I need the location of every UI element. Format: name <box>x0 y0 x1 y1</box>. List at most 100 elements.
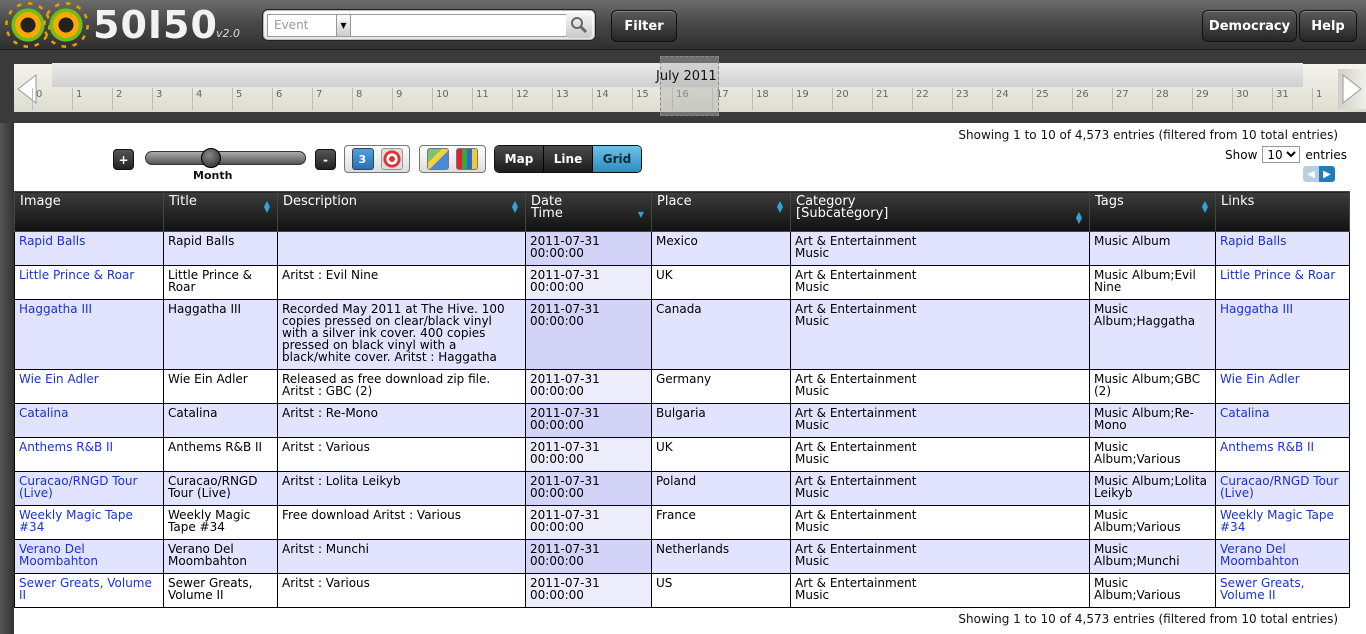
timeline-right-arrow-icon[interactable] <box>1338 69 1366 109</box>
col-links-header[interactable]: Links <box>1215 191 1350 232</box>
table-row[interactable]: Weekly Magic Tape #34 Weekly Magic Tape #… <box>14 505 1350 540</box>
zoom-slider-knob[interactable] <box>201 148 221 168</box>
col-category-header[interactable]: Category [Subcategory] ▲ ▼ <box>790 191 1090 232</box>
col-tags-header[interactable]: Tags ▲ ▼ <box>1089 191 1216 232</box>
cell-description: Aritst : Munchi <box>277 539 526 574</box>
sort-icon: ▲ ▼ <box>511 199 518 214</box>
timeline-tick <box>1112 88 1113 110</box>
event-link[interactable]: Haggatha III <box>1220 302 1293 316</box>
timeline-tick <box>952 88 953 110</box>
image-link[interactable]: Catalina <box>19 406 68 420</box>
map-bars-button[interactable] <box>419 145 486 173</box>
cell-tags: Music Album;Various <box>1089 505 1216 540</box>
image-link[interactable]: Little Prince & Roar <box>19 268 134 282</box>
timeline-day-label: 6 <box>276 89 283 100</box>
event-link[interactable]: Verano Del Moombahton <box>1220 542 1299 568</box>
view-grid-button[interactable]: Grid <box>593 146 641 172</box>
cell-date: 2011-07-31 00:00:00 <box>525 539 652 574</box>
left-panel-toggle[interactable] <box>0 123 14 634</box>
timeline-tick <box>1312 88 1313 110</box>
col-date-header[interactable]: Date Time ▼ <box>525 191 652 232</box>
image-link[interactable]: Haggatha III <box>19 302 92 316</box>
table-info-bottom: Showing 1 to 10 of 4,573 entries (filter… <box>958 612 1338 626</box>
col-place-header[interactable]: Place ▲ ▼ <box>651 191 791 232</box>
next-page-icon[interactable]: ▶ <box>1319 166 1335 182</box>
zoom-in-button[interactable]: + <box>113 149 134 170</box>
time-value: 00:00:00 <box>530 384 584 398</box>
view-map-button[interactable]: Map <box>495 146 544 172</box>
timeline-day-label: 2 <box>116 89 123 100</box>
image-link[interactable]: Sewer Greats, Volume II <box>19 576 152 602</box>
event-link[interactable]: Weekly Magic Tape #34 <box>1220 508 1334 534</box>
event-link[interactable]: Anthems R&B II <box>1220 440 1314 454</box>
timeline-tick <box>272 88 273 110</box>
image-link[interactable]: Curacao/RNGD Tour (Live) <box>19 474 137 500</box>
timeline: 0 1 2 3 4 5 6 7 8 9 10 11 12 13 14 15 16 17 18 19 20 21 22 23 24… <box>0 51 1366 123</box>
image-link[interactable]: Weekly Magic Tape #34 <box>19 508 133 534</box>
timeline-tick <box>1232 88 1233 110</box>
col-description-header[interactable]: Description ▲ ▼ <box>277 191 526 232</box>
zoom-out-button[interactable]: - <box>315 149 336 170</box>
table-row[interactable]: Anthems R&B II Anthems R&B II Aritst : Var… <box>14 437 1350 472</box>
time-value: 00:00:00 <box>530 280 584 294</box>
help-button[interactable]: Help <box>1299 10 1357 42</box>
cell-date: 2011-07-31 00:00:00 <box>525 299 652 370</box>
event-link[interactable]: Wie Ein Adler <box>1220 372 1300 386</box>
event-link[interactable]: Curacao/RNGD Tour (Live) <box>1220 474 1338 500</box>
col-image-header[interactable]: Image <box>14 191 164 232</box>
chevron-down-icon[interactable]: ▼ <box>336 15 350 36</box>
cell-category: Art & Entertainment Music <box>790 265 1090 300</box>
app-version: v2.0 <box>216 27 241 40</box>
table-row[interactable]: Sewer Greats, Volume II Sewer Greats, Vol… <box>14 573 1350 608</box>
timeline-day-label: 19 <box>796 89 809 100</box>
timeline-tick <box>832 88 833 110</box>
event-link[interactable]: Sewer Greats, Volume II <box>1220 576 1304 602</box>
image-link[interactable]: Rapid Balls <box>19 234 85 248</box>
filter-button[interactable]: Filter <box>611 10 677 42</box>
image-link[interactable]: Anthems R&B II <box>19 440 113 454</box>
democracy-button[interactable]: Democracy <box>1202 10 1297 42</box>
timeline-tick <box>352 88 353 110</box>
search-button[interactable] <box>566 12 592 38</box>
timeline-day-label: 23 <box>956 89 969 100</box>
event-link[interactable]: Catalina <box>1220 406 1269 420</box>
event-link[interactable]: Rapid Balls <box>1220 234 1286 248</box>
table-row[interactable]: Rapid Balls Rapid Balls 2011-07-31 00:00:00… <box>14 231 1350 266</box>
cell-image: Sewer Greats, Volume II <box>14 573 164 608</box>
cell-title: Sewer Greats, Volume II <box>163 573 278 608</box>
cell-date: 2011-07-31 00:00:00 <box>525 369 652 404</box>
table-row[interactable]: Little Prince & Roar Little Prince & Roar… <box>14 265 1350 300</box>
cell-title: Haggatha III <box>163 299 278 370</box>
timeline-day-label: 20 <box>836 89 849 100</box>
zoom-slider[interactable] <box>145 148 306 168</box>
events-table: Image Title ▲ ▼ Description ▲ ▼ Date Time ▼ Pl… <box>14 191 1350 608</box>
col-subcategory-label: [Subcategory] <box>796 206 889 221</box>
search-input[interactable] <box>351 14 567 37</box>
cell-description <box>277 231 526 266</box>
timeline-month-label: July 2011 <box>656 69 717 84</box>
view-line-button[interactable]: Line <box>544 146 593 172</box>
prev-page-icon[interactable]: ◀ <box>1303 166 1319 182</box>
table-row[interactable]: Haggatha III Haggatha III Recorded May 201… <box>14 299 1350 370</box>
cell-date: 2011-07-31 00:00:00 <box>525 505 652 540</box>
col-title-header[interactable]: Title ▲ ▼ <box>163 191 278 232</box>
image-link[interactable]: Verano Del Moombahton <box>19 542 98 568</box>
page-size-select[interactable]: 102550100 <box>1262 146 1301 163</box>
timeline-day-label: 18 <box>756 89 769 100</box>
timeline-tick <box>432 88 433 110</box>
table-row[interactable]: Verano Del Moombahton Verano Del Moombaht… <box>14 539 1350 574</box>
table-row[interactable]: Wie Ein Adler Wie Ein Adler Released as fr… <box>14 369 1350 404</box>
event-link[interactable]: Little Prince & Roar <box>1220 268 1335 282</box>
cell-image: Little Prince & Roar <box>14 265 164 300</box>
search-type-select[interactable]: Event ▼ <box>267 14 351 37</box>
image-link[interactable]: Wie Ein Adler <box>19 372 99 386</box>
col-description-label: Description <box>283 194 358 209</box>
timeline-selection[interactable] <box>660 56 719 116</box>
timeline-tick <box>792 88 793 110</box>
table-row[interactable]: Catalina Catalina Aritst : Re-Mono 2011-07-… <box>14 403 1350 438</box>
calendar-target-button[interactable] <box>344 145 410 173</box>
cell-links: Rapid Balls <box>1215 231 1350 266</box>
search-icon <box>571 17 588 34</box>
cell-place: France <box>651 505 791 540</box>
table-row[interactable]: Curacao/RNGD Tour (Live) Curacao/RNGD Tou… <box>14 471 1350 506</box>
